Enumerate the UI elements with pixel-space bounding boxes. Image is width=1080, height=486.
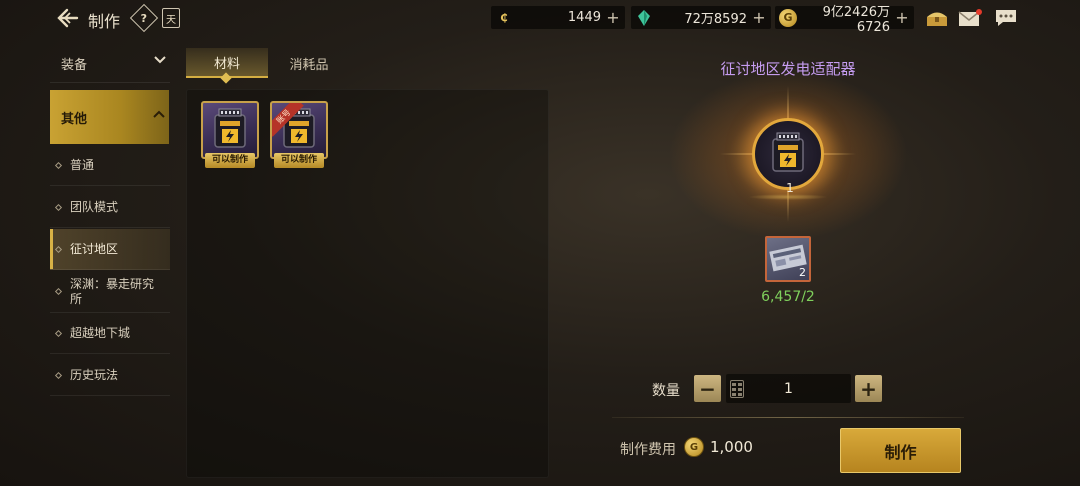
divider bbox=[50, 82, 170, 83]
material-progress: 6,457/2 bbox=[761, 289, 815, 305]
sidebar-item-label: 团队模式 bbox=[70, 199, 119, 214]
quantity-increase-button[interactable]: + bbox=[855, 375, 882, 402]
gold-coin-icon: G bbox=[779, 8, 797, 27]
divider bbox=[612, 417, 964, 418]
menu-group-equipment[interactable]: 装备 bbox=[50, 46, 170, 80]
sidebar-item-label: 超越地下城 bbox=[70, 325, 131, 340]
tab-consumables[interactable]: 消耗品 bbox=[268, 48, 350, 78]
guide-book-button[interactable]: 天 bbox=[162, 8, 180, 28]
add-currency-button[interactable]: + bbox=[605, 9, 621, 26]
help-icon: ? bbox=[140, 11, 148, 25]
c-coin-icon: ₵ bbox=[500, 11, 508, 24]
diamond-bullet-icon bbox=[54, 287, 63, 296]
sidebar-item-team-mode[interactable]: 团队模式 bbox=[50, 187, 170, 228]
chevron-down-icon bbox=[154, 54, 166, 68]
currency-crystal: 72万8592 + bbox=[631, 6, 771, 29]
mail-icon[interactable] bbox=[958, 7, 982, 29]
chevron-up-icon bbox=[153, 108, 165, 123]
currency-c-coin: ₵ 1449 + bbox=[491, 6, 625, 29]
sidebar-item-label: 普通 bbox=[70, 157, 95, 172]
treasure-chest-icon[interactable] bbox=[925, 7, 949, 29]
sidebar-item-normal[interactable]: 普通 bbox=[50, 145, 170, 186]
quantity-label: 数量 bbox=[652, 383, 680, 399]
craft-button[interactable]: 制作 bbox=[840, 428, 961, 473]
help-button[interactable]: ? bbox=[129, 3, 159, 33]
diamond-bullet-icon bbox=[54, 329, 63, 337]
diamond-bullet-icon bbox=[54, 161, 63, 169]
add-currency-button[interactable]: + bbox=[894, 9, 910, 26]
menu-group-label: 装备 bbox=[61, 57, 88, 73]
quantity-value: 1 bbox=[784, 380, 793, 397]
gold-coin-icon: G bbox=[684, 437, 704, 457]
currency-value: 9亿2426万6726 bbox=[822, 4, 890, 35]
currency-value: 1449 bbox=[567, 10, 601, 25]
sidebar-item-history-mode[interactable]: 历史玩法 bbox=[50, 355, 170, 396]
chat-icon[interactable] bbox=[994, 7, 1018, 29]
quantity-decrease-button[interactable]: − bbox=[694, 375, 721, 402]
top-bar: 制作 ? 天 ₵ 1449 + 72万8592 + G 9亿2426万6726 … bbox=[0, 0, 1080, 36]
menu-group-label: 其他 bbox=[61, 111, 88, 127]
currency-gold: G 9亿2426万6726 + bbox=[775, 5, 914, 35]
quantity-input[interactable]: 1 bbox=[726, 374, 851, 403]
page-title: 制作 bbox=[88, 12, 121, 31]
power-adapter-icon bbox=[214, 108, 246, 148]
item-frame bbox=[201, 101, 259, 159]
sidebar-item-conquest-region[interactable]: 征讨地区 bbox=[50, 229, 170, 270]
calculator-icon[interactable] bbox=[730, 379, 744, 398]
diamond-bullet-icon bbox=[54, 245, 63, 253]
material-slot[interactable]: 2 bbox=[765, 236, 811, 282]
material-stack-count: 2 bbox=[799, 266, 806, 279]
diamond-bullet-icon bbox=[54, 371, 63, 379]
sidebar-item-label: 深渊：暴走研究所 bbox=[70, 276, 155, 306]
item-frame: 账号 bbox=[270, 101, 328, 159]
menu-group-other[interactable]: 其他 bbox=[50, 90, 169, 144]
item-slot[interactable]: 账号 可以制作 bbox=[270, 101, 328, 169]
product-quantity: 1 bbox=[786, 181, 794, 195]
diamond-bullet-icon bbox=[54, 203, 63, 211]
back-arrow-icon[interactable] bbox=[56, 6, 80, 30]
add-currency-button[interactable]: + bbox=[751, 9, 767, 26]
power-adapter-icon bbox=[772, 132, 804, 172]
craftable-badge: 可以制作 bbox=[205, 153, 255, 168]
sidebar-item-label: 历史玩法 bbox=[70, 367, 119, 382]
sidebar-item-label: 征讨地区 bbox=[70, 241, 119, 256]
sidebar-item-beyond-dungeon[interactable]: 超越地下城 bbox=[50, 313, 170, 354]
product-orb[interactable] bbox=[752, 118, 824, 190]
item-slot[interactable]: 可以制作 bbox=[201, 101, 259, 169]
currency-value: 72万8592 bbox=[684, 12, 747, 27]
craftable-badge: 可以制作 bbox=[274, 153, 324, 168]
craft-cost-value: 1,000 bbox=[710, 438, 753, 456]
sidebar-item-abyss-lab[interactable]: 深渊：暴走研究所 bbox=[50, 271, 170, 313]
green-crystal-icon bbox=[635, 9, 653, 27]
craft-cost-label: 制作费用 bbox=[620, 442, 676, 458]
